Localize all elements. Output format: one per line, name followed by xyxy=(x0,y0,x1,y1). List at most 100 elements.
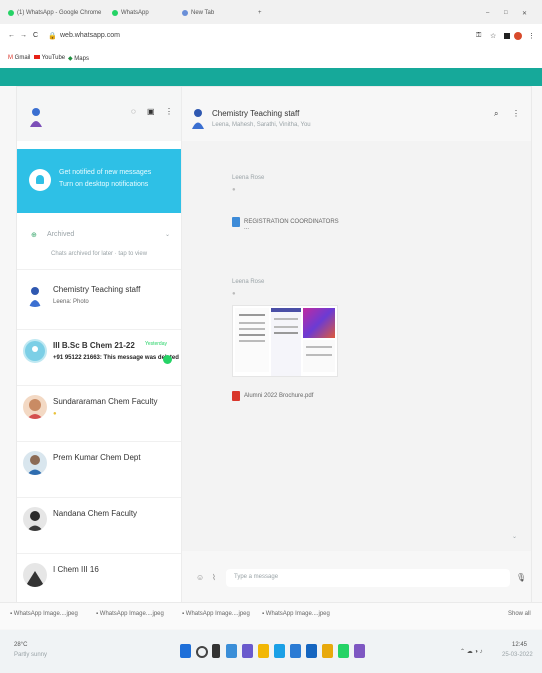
weather-desc: Partly sunny xyxy=(14,652,48,658)
task-view-icon[interactable] xyxy=(212,644,220,658)
weather-temp[interactable]: 28°C xyxy=(14,642,27,648)
extension-icon[interactable] xyxy=(504,33,510,39)
chat-item[interactable]: Prem Kumar Chem Dept xyxy=(17,441,181,498)
menu-dots-icon[interactable]: ⋮ xyxy=(512,109,520,118)
message-bubble: Leena Rose ● REGISTRATION COORDINATORS .… xyxy=(222,167,339,231)
maximize-icon: □ xyxy=(504,10,508,16)
back-icon[interactable]: ← xyxy=(8,32,15,39)
close-window-button[interactable]: ✕ xyxy=(522,6,527,20)
youtube-icon xyxy=(34,55,40,59)
app-icon[interactable] xyxy=(354,644,365,658)
clock-time[interactable]: 12:45 xyxy=(512,642,527,648)
file-explorer-icon[interactable] xyxy=(258,644,269,658)
word-icon[interactable] xyxy=(306,644,317,658)
chat-item[interactable]: Nandana Chem Faculty xyxy=(17,497,181,554)
conversation-title: Chemistry Teaching staff xyxy=(212,109,300,118)
bookmark-item[interactable]: ◆ Maps xyxy=(68,55,89,62)
close-icon: ✕ xyxy=(522,10,528,17)
conversation-pane: Chemistry Teaching staff Leena, Mahesh, … xyxy=(182,87,531,615)
status-icon[interactable]: ◌ xyxy=(131,107,136,116)
chat-item[interactable]: Sundararaman Chem Faculty ● xyxy=(17,385,181,442)
conversation-header[interactable]: Chemistry Teaching staff Leena, Mahesh, … xyxy=(182,87,531,141)
menu-dots-icon[interactable]: ⋮ xyxy=(528,32,535,40)
message-input[interactable]: Type a message xyxy=(226,569,510,587)
maximize-button[interactable]: □ xyxy=(504,6,508,20)
whatsapp-icon xyxy=(8,10,14,16)
system-tray-icons[interactable]: ⌃ ☁ ◑ ♪ xyxy=(460,648,483,655)
minimize-button[interactable]: – xyxy=(486,6,489,20)
image-attachment[interactable] xyxy=(232,305,338,377)
group-avatar xyxy=(23,283,47,307)
contact-avatar xyxy=(23,563,47,587)
key-icon[interactable]: ⚿ xyxy=(476,32,481,40)
emoji-icon[interactable]: ☺ xyxy=(196,573,204,582)
conversation-participants: Leena, Mahesh, Sarathi, Vinitha, You xyxy=(212,122,311,128)
menu-dots-icon[interactable]: ⋮ xyxy=(165,107,173,116)
chat-item[interactable]: Chemistry Teaching staff Leena: Photo xyxy=(17,273,181,330)
new-tab-button[interactable]: + xyxy=(258,6,262,20)
chevron-down-icon[interactable]: ⌄ xyxy=(165,231,170,238)
download-item[interactable]: ▪ WhatsApp Image....jpeg xyxy=(96,611,164,617)
file-name: Alumni 2022 Brochure.pdf xyxy=(244,393,314,399)
download-item[interactable]: ▪ WhatsApp Image....jpeg xyxy=(262,611,330,617)
bell-off-icon xyxy=(29,169,51,191)
plus-icon: + xyxy=(258,10,262,16)
chat-item[interactable]: I Chem III 16 xyxy=(17,553,181,609)
attach-icon[interactable]: ⌇ xyxy=(212,573,216,582)
microphone-icon[interactable]: 🎙 xyxy=(516,573,526,582)
dot-icon: ● xyxy=(232,291,236,297)
group-avatar xyxy=(23,339,47,363)
downloads-bar: ▪ WhatsApp Image....jpeg ▪ WhatsApp Imag… xyxy=(0,602,542,629)
my-avatar[interactable] xyxy=(27,105,45,129)
download-item[interactable]: ▪ WhatsApp Image....jpeg xyxy=(10,611,78,617)
globe-icon xyxy=(182,10,188,16)
search-icon[interactable]: ⌕ xyxy=(494,109,498,119)
address-bar[interactable]: web.whatsapp.com xyxy=(60,32,120,39)
notification-link[interactable]: Turn on desktop notifications xyxy=(59,181,148,188)
chat-item[interactable]: III B.Sc B Chem 21-22 +91 95122 21663: T… xyxy=(17,329,181,386)
windows-start-icon[interactable] xyxy=(180,644,191,658)
whatsapp-app: ◌ ▣ ⋮ Get notified of new messages Turn … xyxy=(16,86,532,616)
clock-date: 25-03-2022 xyxy=(502,652,533,658)
contact-avatar xyxy=(23,395,47,419)
show-all-button[interactable]: Show all xyxy=(508,611,531,617)
maps-icon: ◆ xyxy=(68,56,73,62)
browser-tab[interactable]: (1) WhatsApp - Google Chrome xyxy=(8,6,101,20)
whatsapp-icon xyxy=(112,10,118,16)
whatsapp-taskbar-icon[interactable] xyxy=(338,644,349,658)
bookmark-item[interactable]: YouTube xyxy=(34,55,65,61)
whatsapp-header-band xyxy=(0,68,542,86)
download-item[interactable]: ▪ WhatsApp Image....jpeg xyxy=(182,611,250,617)
bookmark-item[interactable]: M Gmail xyxy=(8,55,30,61)
contact-avatar xyxy=(23,451,47,475)
notification-banner[interactable]: Get notified of new messages Turn on des… xyxy=(17,149,181,213)
group-avatar[interactable] xyxy=(190,107,206,129)
star-icon[interactable]: ☆ xyxy=(490,32,496,40)
gmail-icon: M xyxy=(8,55,13,61)
profile-avatar[interactable] xyxy=(514,32,522,40)
contact-avatar xyxy=(23,507,47,531)
edge-icon[interactable] xyxy=(274,644,285,658)
widgets-icon[interactable] xyxy=(226,644,237,658)
sidebar-header: ◌ ▣ ⋮ xyxy=(17,87,181,141)
message-bubble: Leena Rose ● Alumni 2022 Brochure.pdf xyxy=(222,271,352,421)
scroll-down-icon[interactable]: ⌄ xyxy=(512,533,517,540)
browser-tab[interactable]: New Tab xyxy=(182,6,214,20)
archived-row[interactable]: ⊕ Archived ⌄ Chats archived for later · … xyxy=(17,221,181,270)
reload-icon[interactable]: C xyxy=(33,32,38,39)
file-attachment[interactable]: Alumni 2022 Brochure.pdf xyxy=(232,389,352,407)
unread-badge xyxy=(163,355,172,364)
chrome-icon[interactable] xyxy=(322,644,333,658)
bookmarks-bar: M Gmail YouTube ◆ Maps xyxy=(0,50,542,68)
message-input-placeholder: Type a message xyxy=(234,574,279,580)
teams-icon[interactable] xyxy=(242,644,253,658)
browser-tab[interactable]: WhatsApp xyxy=(112,6,149,20)
file-attachment[interactable]: REGISTRATION COORDINATORS ... xyxy=(232,215,342,233)
archived-sub: Chats archived for later · tap to view xyxy=(51,251,148,257)
search-icon[interactable] xyxy=(196,646,208,658)
forward-icon[interactable]: → xyxy=(20,32,27,39)
chat-list-pane: ◌ ▣ ⋮ Get notified of new messages Turn … xyxy=(17,87,182,615)
store-icon[interactable] xyxy=(290,644,301,658)
new-chat-icon[interactable]: ▣ xyxy=(147,107,155,116)
message-sender: Leena Rose xyxy=(232,175,265,181)
